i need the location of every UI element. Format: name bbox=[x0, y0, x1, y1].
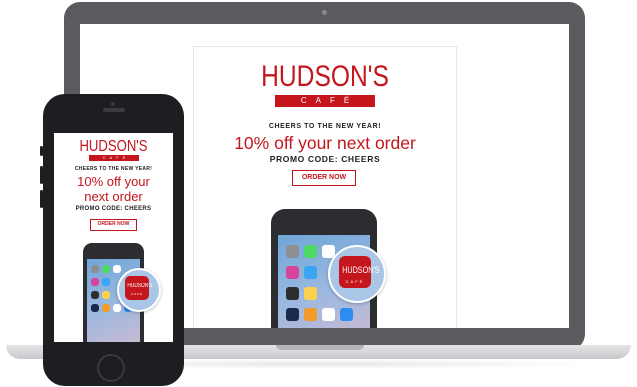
email-card-desktop: HUDSON'S CAFÉ CHEERS TO THE NEW YEAR! 10… bbox=[193, 46, 457, 328]
offer-line2-mobile: next order bbox=[84, 189, 143, 204]
phone-camera bbox=[111, 102, 115, 106]
news-icon bbox=[286, 287, 299, 300]
settings-icon bbox=[286, 245, 299, 258]
books-icon bbox=[102, 304, 110, 312]
app-icon-tagline: CAFÉ bbox=[345, 279, 365, 284]
music-icon bbox=[91, 278, 99, 286]
maps-icon bbox=[102, 278, 110, 286]
brand-logo-tagline: CAFÉ bbox=[275, 95, 375, 107]
appstore-icon bbox=[340, 308, 353, 321]
volume-down-button bbox=[40, 190, 43, 208]
notes-icon bbox=[304, 287, 317, 300]
offer-headline: 10% off your next order bbox=[234, 133, 416, 153]
maps-icon bbox=[304, 266, 317, 279]
messages-icon bbox=[102, 265, 110, 273]
promo-code-text: PROMO CODE: CHEERS bbox=[269, 154, 381, 164]
greeting-text: CHEERS TO THE NEW YEAR! bbox=[268, 123, 382, 130]
photos-icon bbox=[113, 265, 121, 273]
video-icon bbox=[91, 304, 99, 312]
health-icon bbox=[113, 304, 121, 312]
hudsons-app-icon: HUDSON'S CAFÉ bbox=[339, 256, 380, 288]
volume-up-button bbox=[40, 166, 43, 184]
music-icon bbox=[286, 266, 299, 279]
brand-logo-tagline-mobile: CAFÉ bbox=[89, 155, 139, 161]
messages-icon bbox=[304, 245, 317, 258]
order-now-button-mobile[interactable]: ORDER NOW bbox=[90, 219, 137, 231]
promo-code-text-mobile: PROMO CODE: CHEERS bbox=[75, 206, 152, 212]
hudsons-app-icon-mobile: HUDSON'S CAFÉ bbox=[125, 276, 153, 300]
app-icon-name: HUDSON'S bbox=[342, 265, 380, 275]
brand-logo-name: HUDSON'S bbox=[261, 60, 389, 93]
laptop-camera bbox=[322, 10, 327, 15]
order-now-button[interactable]: ORDER NOW bbox=[292, 170, 356, 186]
health-icon bbox=[322, 308, 335, 321]
phone-screen: HUDSON'S CAFÉ CHEERS TO THE NEW YEAR! 10… bbox=[54, 133, 173, 342]
phone-device: HUDSON'S CAFÉ CHEERS TO THE NEW YEAR! 10… bbox=[40, 94, 184, 386]
app-icon-name-mobile: HUDSON'S bbox=[127, 283, 153, 289]
mute-switch bbox=[40, 146, 43, 156]
notes-icon bbox=[102, 291, 110, 299]
greeting-text-mobile: CHEERS TO THE NEW YEAR! bbox=[74, 166, 153, 172]
settings-icon bbox=[91, 265, 99, 273]
home-button[interactable] bbox=[97, 354, 125, 382]
phone-speaker bbox=[103, 108, 125, 112]
video-icon bbox=[286, 308, 299, 321]
news-icon bbox=[91, 291, 99, 299]
offer-line1-mobile: 10% off your bbox=[77, 174, 150, 189]
app-icon-tagline-mobile: CAFÉ bbox=[130, 292, 143, 296]
books-icon bbox=[304, 308, 317, 321]
laptop-hinge-notch bbox=[276, 345, 364, 350]
brand-logo-name-mobile: HUDSON'S bbox=[79, 138, 148, 155]
